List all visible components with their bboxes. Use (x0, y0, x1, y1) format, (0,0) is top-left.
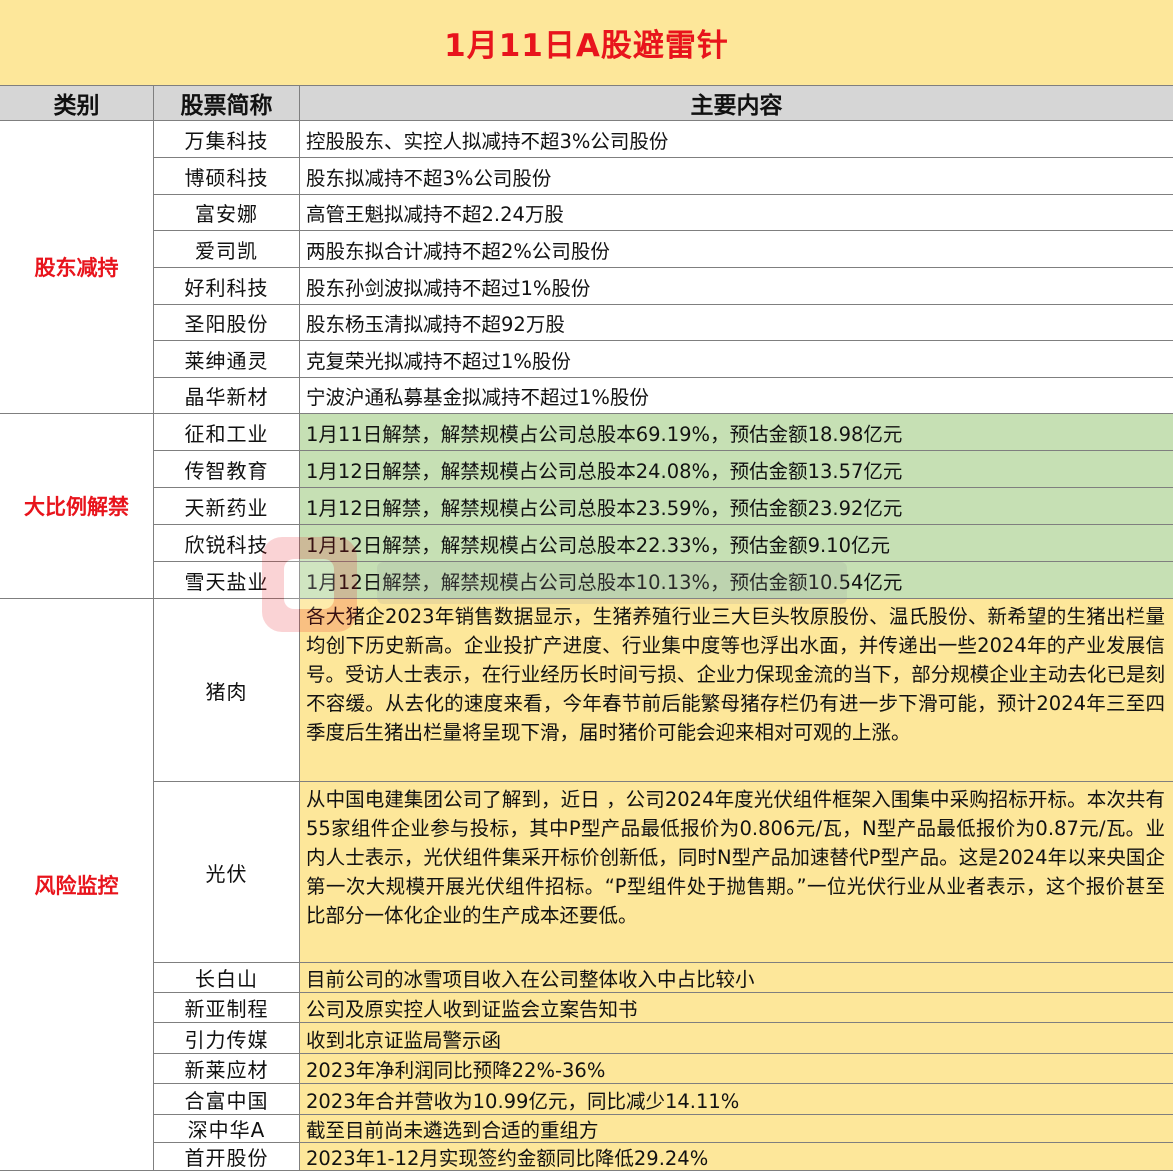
category-shareholder-reduction: 股东减持 (0, 121, 154, 414)
content-cell: 2023年净利润同比预降22%-36% (300, 1054, 1173, 1084)
content-cell: 宁波沪通私募基金拟减持不超过1%股份 (300, 378, 1173, 414)
stock-name-cell: 圣阳股份 (154, 305, 300, 341)
content-cell: 1月11日解禁，解禁规模占公司总股本69.19%，预估金额18.98亿元 (300, 414, 1173, 451)
content-cell: 从中国电建集团公司了解到，近日 ，公司2024年度光伏组件框架入围集中采购招标开… (300, 782, 1173, 963)
header-category: 类别 (0, 86, 154, 121)
content-cell: 股东杨玉清拟减持不超92万股 (300, 305, 1173, 341)
content-cell: 目前公司的冰雪项目收入在公司整体收入中占比较小 (300, 963, 1173, 993)
content-cell: 克复荣光拟减持不超过1%股份 (300, 341, 1173, 378)
stock-name-cell: 首开股份 (154, 1143, 300, 1171)
stock-name-cell: 深中华A (154, 1115, 300, 1143)
content-cell: 2023年1-12月实现签约金额同比降低29.24% (300, 1143, 1173, 1171)
stock-name-cell: 富安娜 (154, 195, 300, 231)
stock-name-cell: 引力传媒 (154, 1023, 300, 1054)
content-cell: 两股东拟合计减持不超2%公司股份 (300, 231, 1173, 268)
stock-name-cell: 晶华新材 (154, 378, 300, 414)
stock-name-cell: 爱司凯 (154, 231, 300, 268)
header-main-content: 主要内容 (300, 86, 1173, 121)
stock-name-cell: 征和工业 (154, 414, 300, 451)
stock-name-cell: 雪天盐业 (154, 562, 300, 599)
stock-name-cell: 万集科技 (154, 121, 300, 158)
sheet-title: 1月11日A股避雷针 (0, 0, 1173, 86)
stock-name-cell: 猪肉 (154, 599, 300, 782)
stock-name-cell: 博硕科技 (154, 158, 300, 195)
content-cell: 1月12日解禁，解禁规模占公司总股本22.33%，预估金额9.10亿元 (300, 525, 1173, 562)
content-cell: 公司及原实控人收到证监会立案告知书 (300, 993, 1173, 1023)
content-cell: 股东拟减持不超3%公司股份 (300, 158, 1173, 195)
stock-name-cell: 长白山 (154, 963, 300, 993)
content-cell: 高管王魁拟减持不超2.24万股 (300, 195, 1173, 231)
content-cell: 2023年合并营收为10.99亿元，同比减少14.11% (300, 1084, 1173, 1115)
stock-name-cell: 莱绅通灵 (154, 341, 300, 378)
category-large-unlock: 大比例解禁 (0, 414, 154, 599)
content-cell: 1月12日解禁，解禁规模占公司总股本24.08%，预估金额13.57亿元 (300, 451, 1173, 488)
stock-name-cell: 欣锐科技 (154, 525, 300, 562)
content-cell: 截至目前尚未遴选到合适的重组方 (300, 1115, 1173, 1143)
stock-name-cell: 合富中国 (154, 1084, 300, 1115)
content-cell: 股东孙剑波拟减持不超过1%股份 (300, 268, 1173, 305)
content-cell: 控股股东、实控人拟减持不超3%公司股份 (300, 121, 1173, 158)
stock-name-cell: 新亚制程 (154, 993, 300, 1023)
content-cell: 各大猪企2023年销售数据显示，生猪养殖行业三大巨头牧原股份、温氏股份、新希望的… (300, 599, 1173, 782)
content-cell: 1月12日解禁，解禁规模占公司总股本23.59%，预估金额23.92亿元 (300, 488, 1173, 525)
stock-name-cell: 新莱应材 (154, 1054, 300, 1084)
content-cell: 1月12日解禁，解禁规模占公司总股本10.13%，预估金额10.54亿元 (300, 562, 1173, 599)
spreadsheet-table: 1月11日A股避雷针 类别 股票简称 主要内容 股东减持 大比例解禁 风险监控 … (0, 0, 1173, 1171)
stock-name-cell: 天新药业 (154, 488, 300, 525)
stock-name-cell: 传智教育 (154, 451, 300, 488)
content-cell: 收到北京证监局警示函 (300, 1023, 1173, 1054)
stock-name-cell: 光伏 (154, 782, 300, 963)
category-risk-monitor: 风险监控 (0, 599, 154, 1171)
header-stock-name: 股票简称 (154, 86, 300, 121)
stock-name-cell: 好利科技 (154, 268, 300, 305)
